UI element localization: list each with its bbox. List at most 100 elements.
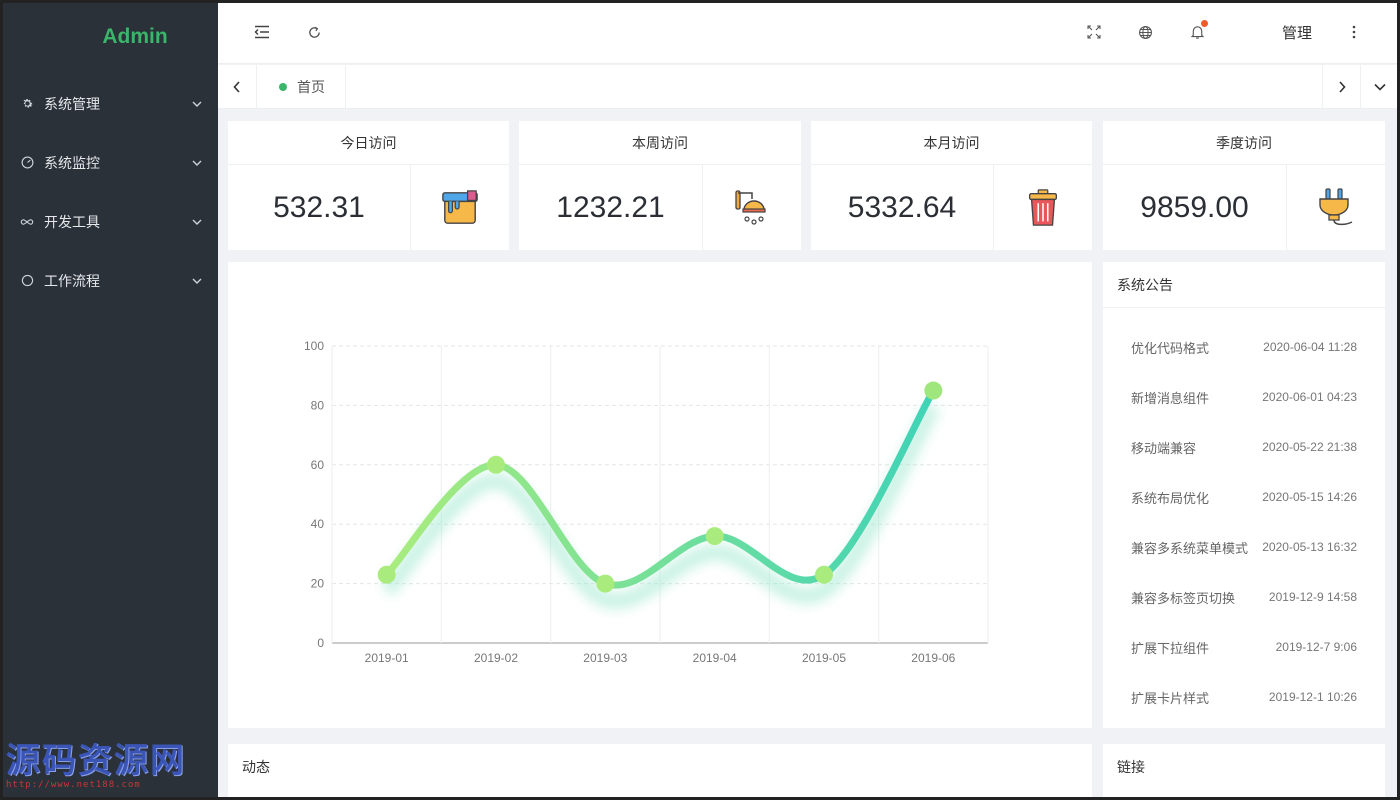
- refresh-icon[interactable]: [304, 22, 324, 42]
- bell-icon[interactable]: [1187, 20, 1208, 42]
- announcement-date: 2020-05-15 14:26: [1262, 490, 1357, 504]
- announcement-item[interactable]: 扩展卡片样式 2019-12-1 10:26: [1103, 672, 1385, 722]
- announcement-date: 2020-05-13 16:32: [1262, 540, 1357, 554]
- announcement-text: 系统布局优化: [1131, 491, 1210, 507]
- announcement-item[interactable]: 扩展下拉组件 2019-12-7 9:06: [1103, 622, 1385, 672]
- announcement-item[interactable]: 兼容多系统菜单模式 2020-05-13 16:32: [1103, 522, 1385, 572]
- chevron-down-icon: [190, 215, 204, 229]
- stat-value: 1232.21: [519, 165, 703, 250]
- announcement-text: 扩展卡片样式: [1131, 691, 1210, 707]
- y-tick-label: 20: [311, 577, 325, 591]
- chevron-down-icon: [190, 156, 204, 170]
- announcements-title: 系统公告: [1103, 262, 1385, 308]
- plug-icon: [1287, 165, 1385, 250]
- notification-dot: [1201, 20, 1208, 27]
- x-tick-label: 2019-04: [693, 651, 737, 665]
- stat-title: 今日访问: [228, 121, 509, 165]
- stat-value: 532.31: [228, 165, 411, 250]
- stat-value: 5332.64: [811, 165, 994, 250]
- data-point[interactable]: [377, 565, 396, 584]
- announcement-date: 2020-05-22 21:38: [1262, 440, 1357, 454]
- announcement-text: 移动端兼容: [1131, 441, 1197, 457]
- announcement-text: 扩展下拉组件: [1131, 641, 1210, 657]
- announcement-date: 2020-06-04 11:28: [1263, 340, 1357, 354]
- sidebar-item-label: 工作流程: [44, 273, 100, 290]
- tab-label: 首页: [297, 80, 325, 96]
- stat-title: 本周访问: [519, 121, 801, 165]
- stat-title: 季度访问: [1103, 121, 1385, 165]
- announcement-text: 兼容多系统菜单模式: [1131, 541, 1249, 557]
- active-tab-dot: [279, 83, 287, 91]
- fullscreen-icon[interactable]: [1084, 22, 1104, 42]
- top-header: 管理: [218, 0, 1400, 64]
- gear-icon: [20, 97, 34, 111]
- sidebar-item-label: 开发工具: [44, 214, 100, 231]
- data-point[interactable]: [487, 455, 505, 474]
- announcements-list: 优化代码格式 2020-06-04 11:28 新增消息组件 2020-06-01 0…: [1103, 308, 1385, 722]
- announcement-item[interactable]: 系统布局优化 2020-05-15 14:26: [1103, 472, 1385, 522]
- x-tick-label: 2019-06: [911, 651, 955, 665]
- announcement-item[interactable]: 新增消息组件 2020-06-01 04:23: [1103, 372, 1385, 422]
- visits-line-chart: 0 20 40 60 80 100 2019-01 2019-02 2019-03 2019-04…: [304, 339, 989, 665]
- tabs-scroll-left-icon[interactable]: [218, 65, 256, 109]
- announcement-text: 兼容多标签页切换: [1131, 591, 1236, 607]
- announcements-panel: 系统公告 优化代码格式 2020-06-04 11:28 新增消息组件 2020-06…: [1103, 262, 1385, 728]
- watermark: 源码资源网 http://www.net188.com: [6, 733, 216, 790]
- data-point[interactable]: [815, 565, 833, 584]
- tabs-scroll-right-icon[interactable]: [1322, 65, 1360, 109]
- announcement-date: 2020-06-01 04:23: [1262, 390, 1357, 404]
- x-tick-label: 2019-05: [802, 651, 846, 665]
- stat-title: 本月访问: [811, 121, 1092, 165]
- x-tick-label: 2019-03: [583, 651, 627, 665]
- links-panel: 链接: [1103, 744, 1385, 800]
- sidebar-item-label: 系统监控: [44, 155, 100, 172]
- tabs-dropdown-icon[interactable]: [1360, 65, 1398, 109]
- sidebar-item-workflow[interactable]: 工作流程: [0, 251, 218, 310]
- activity-title: 动态: [242, 760, 270, 776]
- announcement-date: 2019-12-1 10:26: [1268, 690, 1357, 704]
- more-vertical-icon[interactable]: [1344, 22, 1364, 42]
- sidebar: Admin 系统管理 系统监控 开发工具 工作流程 源码资源网 http://w…: [0, 0, 218, 800]
- sidebar-item-dev-tools[interactable]: 开发工具: [0, 192, 218, 251]
- trash-can-icon: [994, 165, 1092, 250]
- dashboard-icon: [20, 156, 34, 170]
- announcement-item[interactable]: 优化代码格式 2020-06-04 11:28: [1103, 322, 1385, 372]
- visits-chart-panel: 0 20 40 60 80 100 2019-01 2019-02 2019-03 2019-04…: [228, 262, 1092, 728]
- circle-icon: [20, 274, 34, 288]
- chevron-down-icon: [190, 97, 204, 111]
- y-tick-label: 0: [317, 636, 324, 650]
- announcement-item[interactable]: 移动端兼容 2020-05-22 21:38: [1103, 422, 1385, 472]
- links-title: 链接: [1117, 760, 1145, 776]
- stat-card-month: 本月访问 5332.64: [811, 121, 1092, 250]
- activity-panel: 动态: [228, 744, 1092, 800]
- sidebar-item-label: 系统管理: [44, 96, 100, 113]
- sidebar-item-system-monitor[interactable]: 系统监控: [0, 133, 218, 192]
- tab-home[interactable]: 首页: [256, 65, 346, 109]
- stat-card-today: 今日访问 532.31: [228, 121, 509, 250]
- shower-icon: [703, 165, 801, 250]
- announcement-date: 2019-12-9 14:58: [1268, 590, 1357, 604]
- stat-value: 9859.00: [1103, 165, 1287, 250]
- user-menu[interactable]: 管理: [1282, 22, 1312, 43]
- data-point[interactable]: [705, 527, 724, 546]
- data-point[interactable]: [924, 381, 943, 400]
- y-tick-label: 60: [311, 458, 325, 472]
- announcement-text: 新增消息组件: [1131, 391, 1210, 407]
- brand-logo[interactable]: Admin: [0, 0, 218, 74]
- watermark-title: 源码资源网: [6, 741, 186, 781]
- globe-icon[interactable]: [1135, 22, 1155, 42]
- y-tick-label: 40: [311, 517, 325, 531]
- announcement-date: 2019-12-7 9:06: [1275, 640, 1357, 654]
- infinity-icon: [20, 215, 34, 229]
- sidebar-item-system-management[interactable]: 系统管理: [0, 74, 218, 133]
- paint-bucket-icon: [411, 165, 509, 250]
- stat-card-week: 本周访问 1232.21: [519, 121, 801, 250]
- x-tick-label: 2019-02: [474, 651, 518, 665]
- chevron-down-icon: [190, 274, 204, 288]
- x-tick-label: 2019-01: [365, 651, 409, 665]
- menu-fold-icon[interactable]: [252, 22, 272, 42]
- y-tick-label: 100: [304, 339, 324, 353]
- announcement-item[interactable]: 兼容多标签页切换 2019-12-9 14:58: [1103, 572, 1385, 622]
- y-tick-label: 80: [311, 398, 325, 412]
- data-point[interactable]: [596, 574, 615, 593]
